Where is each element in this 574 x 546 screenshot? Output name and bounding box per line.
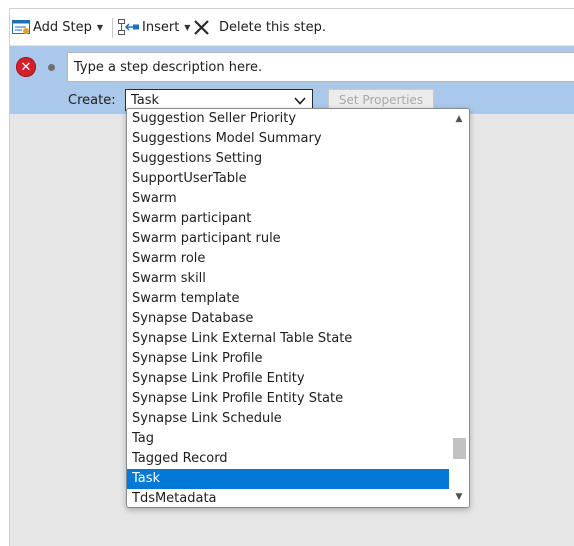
add-step-icon	[12, 19, 30, 35]
dropdown-option[interactable]: Synapse Link Profile	[127, 349, 449, 369]
scroll-thumb[interactable]	[453, 438, 466, 459]
dropdown-option[interactable]: Swarm role	[127, 249, 449, 269]
set-properties-label: Set Properties	[338, 93, 424, 107]
dropdown-options: Suggestion Seller Priority Suggestions Mo…	[127, 109, 449, 507]
dropdown-option[interactable]: Synapse Link Schedule	[127, 409, 449, 429]
create-selected-value: Task	[131, 92, 160, 108]
entity-dropdown-list[interactable]: Suggestion Seller Priority Suggestions Mo…	[126, 108, 470, 508]
dropdown-option[interactable]: Swarm	[127, 189, 449, 209]
dropdown-option[interactable]: Suggestion Seller Priority	[127, 109, 449, 129]
dropdown-option[interactable]: TdsMetadata	[127, 489, 449, 507]
dropdown-option[interactable]: Suggestions Model Summary	[127, 129, 449, 149]
step-row: ✕ Type a step description here.	[10, 46, 574, 88]
dropdown-option[interactable]: Synapse Link Profile Entity	[127, 369, 449, 389]
caret-down-icon: ▼	[184, 22, 191, 32]
step-description-placeholder: Type a step description here.	[74, 59, 263, 75]
scroll-down-arrow-icon[interactable]: ▼	[449, 487, 469, 507]
chevron-down-icon	[294, 95, 306, 107]
dropdown-scrollbar[interactable]: ▲ ▼	[449, 109, 469, 507]
add-step-button[interactable]: Add Step ▼	[12, 9, 103, 45]
dropdown-option[interactable]: Task	[127, 469, 449, 489]
insert-label: Insert	[142, 19, 180, 35]
dropdown-option[interactable]: Synapse Link Profile Entity State	[127, 389, 449, 409]
dropdown-option[interactable]: Swarm template	[127, 289, 449, 309]
toolbar: Add Step ▼ Insert ▼ Delete this step.	[10, 9, 574, 46]
dropdown-option[interactable]: Swarm participant	[127, 209, 449, 229]
add-step-label: Add Step	[33, 19, 92, 35]
delete-step-button[interactable]: Delete this step.	[194, 9, 326, 45]
close-x-icon	[194, 19, 209, 35]
step-bullet	[48, 64, 55, 71]
dropdown-option[interactable]: SupportUserTable	[127, 169, 449, 189]
dropdown-option[interactable]: Swarm skill	[127, 269, 449, 289]
dropdown-option[interactable]: Synapse Database	[127, 309, 449, 329]
dropdown-option[interactable]: Tag	[127, 429, 449, 449]
delete-step-label: Delete this step.	[219, 19, 326, 35]
dropdown-option[interactable]: Swarm participant rule	[127, 229, 449, 249]
insert-button[interactable]: Insert ▼	[118, 9, 190, 45]
scroll-up-arrow-icon[interactable]: ▲	[449, 109, 469, 129]
step-description-input[interactable]: Type a step description here.	[67, 52, 574, 82]
toolbar-separator	[112, 18, 113, 38]
dropdown-option[interactable]: Synapse Link External Table State	[127, 329, 449, 349]
dropdown-option[interactable]: Suggestions Setting	[127, 149, 449, 169]
create-label: Create:	[68, 93, 116, 108]
caret-down-icon: ▼	[96, 22, 104, 32]
dropdown-option[interactable]: Tagged Record	[127, 449, 449, 469]
insert-icon	[118, 19, 140, 35]
error-icon: ✕	[16, 57, 36, 77]
